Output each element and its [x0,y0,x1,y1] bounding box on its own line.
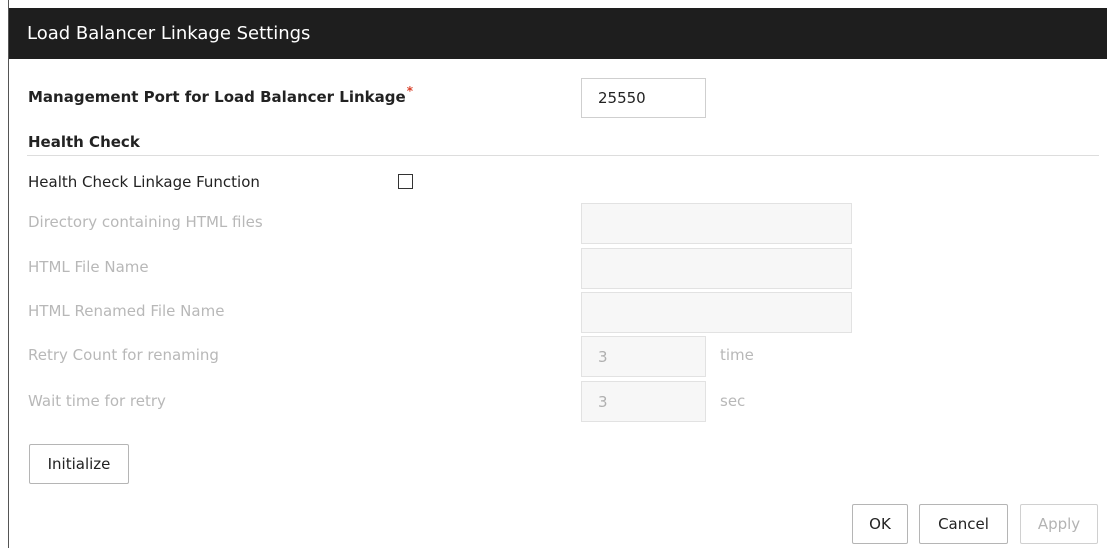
required-mark: * [406,84,413,98]
health-check-section-title: Health Check [28,133,140,151]
health-check-linkage-label: Health Check Linkage Function [28,173,260,191]
html-file-name-label: HTML File Name [28,258,149,276]
management-port-label-text: Management Port for Load Balancer Linkag… [28,88,406,106]
wait-time-input[interactable]: 3 [581,381,706,422]
ok-button[interactable]: OK [852,504,908,544]
wait-time-label: Wait time for retry [28,392,166,410]
section-divider [27,155,1099,156]
apply-button[interactable]: Apply [1020,504,1098,544]
directory-input[interactable] [581,203,852,244]
health-check-linkage-checkbox[interactable] [398,174,413,189]
html-renamed-file-name-label: HTML Renamed File Name [28,302,225,320]
html-renamed-file-name-input[interactable] [581,292,852,333]
html-file-name-input[interactable] [581,248,852,289]
directory-label: Directory containing HTML files [28,213,263,231]
management-port-input[interactable]: 25550 [581,78,706,118]
retry-count-input[interactable]: 3 [581,336,706,377]
load-balancer-linkage-dialog: Load Balancer Linkage Settings Managemen… [8,0,1107,548]
retry-count-unit: time [720,346,754,364]
retry-count-label: Retry Count for renaming [28,346,219,364]
initialize-button[interactable]: Initialize [29,444,129,484]
management-port-label: Management Port for Load Balancer Linkag… [28,84,413,106]
management-port-value: 25550 [598,89,646,107]
cancel-button[interactable]: Cancel [919,504,1008,544]
wait-time-value: 3 [598,392,608,411]
dialog-title: Load Balancer Linkage Settings [9,8,1107,59]
retry-count-value: 3 [598,347,608,366]
wait-time-unit: sec [720,392,746,410]
